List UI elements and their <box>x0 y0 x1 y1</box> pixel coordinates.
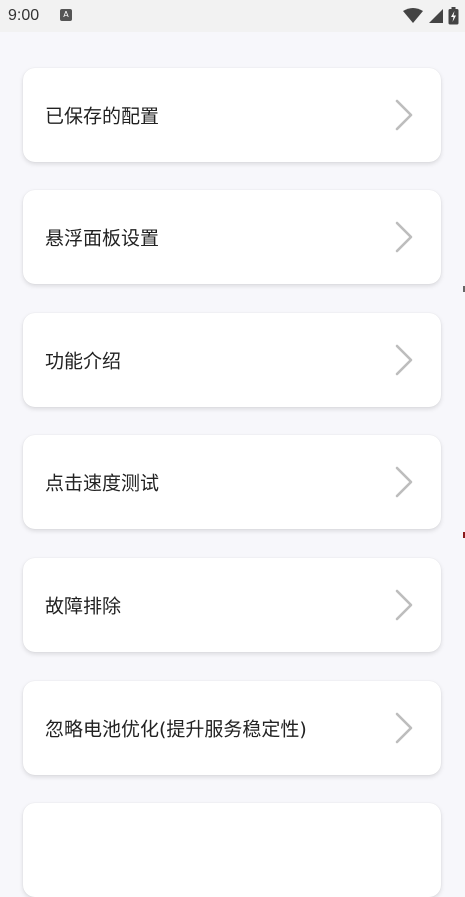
signal-icon <box>429 9 443 23</box>
menu-item-click-speed-test[interactable]: 点击速度测试 <box>23 435 441 529</box>
menu-item-label: 点击速度测试 <box>45 472 160 495</box>
chevron-right-icon <box>395 99 413 131</box>
menu-item-label: 故障排除 <box>45 595 122 618</box>
menu-item-floating-panel-settings[interactable]: 悬浮面板设置 <box>23 190 441 284</box>
chevron-right-icon <box>395 466 413 498</box>
status-bar: 9:00 A <box>0 0 465 32</box>
chevron-right-icon <box>395 712 413 744</box>
menu-item-label: 已保存的配置 <box>45 105 160 128</box>
menu-item-feature-intro[interactable]: 功能介绍 <box>23 313 441 407</box>
chevron-right-icon <box>395 221 413 253</box>
chevron-right-icon <box>395 589 413 621</box>
menu-item-label: 忽略电池优化(提升服务稳定性) <box>45 718 307 741</box>
chevron-right-icon <box>395 344 413 376</box>
menu-item-ignore-battery-optimization[interactable]: 忽略电池优化(提升服务稳定性) <box>23 681 441 775</box>
status-icons <box>402 6 459 26</box>
battery-icon <box>448 7 459 25</box>
menu-item-saved-configs[interactable]: 已保存的配置 <box>23 68 441 162</box>
menu-item-label: 功能介绍 <box>45 350 122 373</box>
menu-item-label: 悬浮面板设置 <box>45 227 160 250</box>
menu-item-troubleshooting[interactable]: 故障排除 <box>23 558 441 652</box>
wifi-icon <box>403 8 423 23</box>
menu-item-partial[interactable] <box>23 803 441 897</box>
menu-list: 已保存的配置 悬浮面板设置 功能介绍 点击速度测试 故障排除 忽略电池优化(提升… <box>0 32 465 897</box>
status-time: 9:00 <box>8 7 40 24</box>
a-letter-icon: A <box>60 9 72 21</box>
